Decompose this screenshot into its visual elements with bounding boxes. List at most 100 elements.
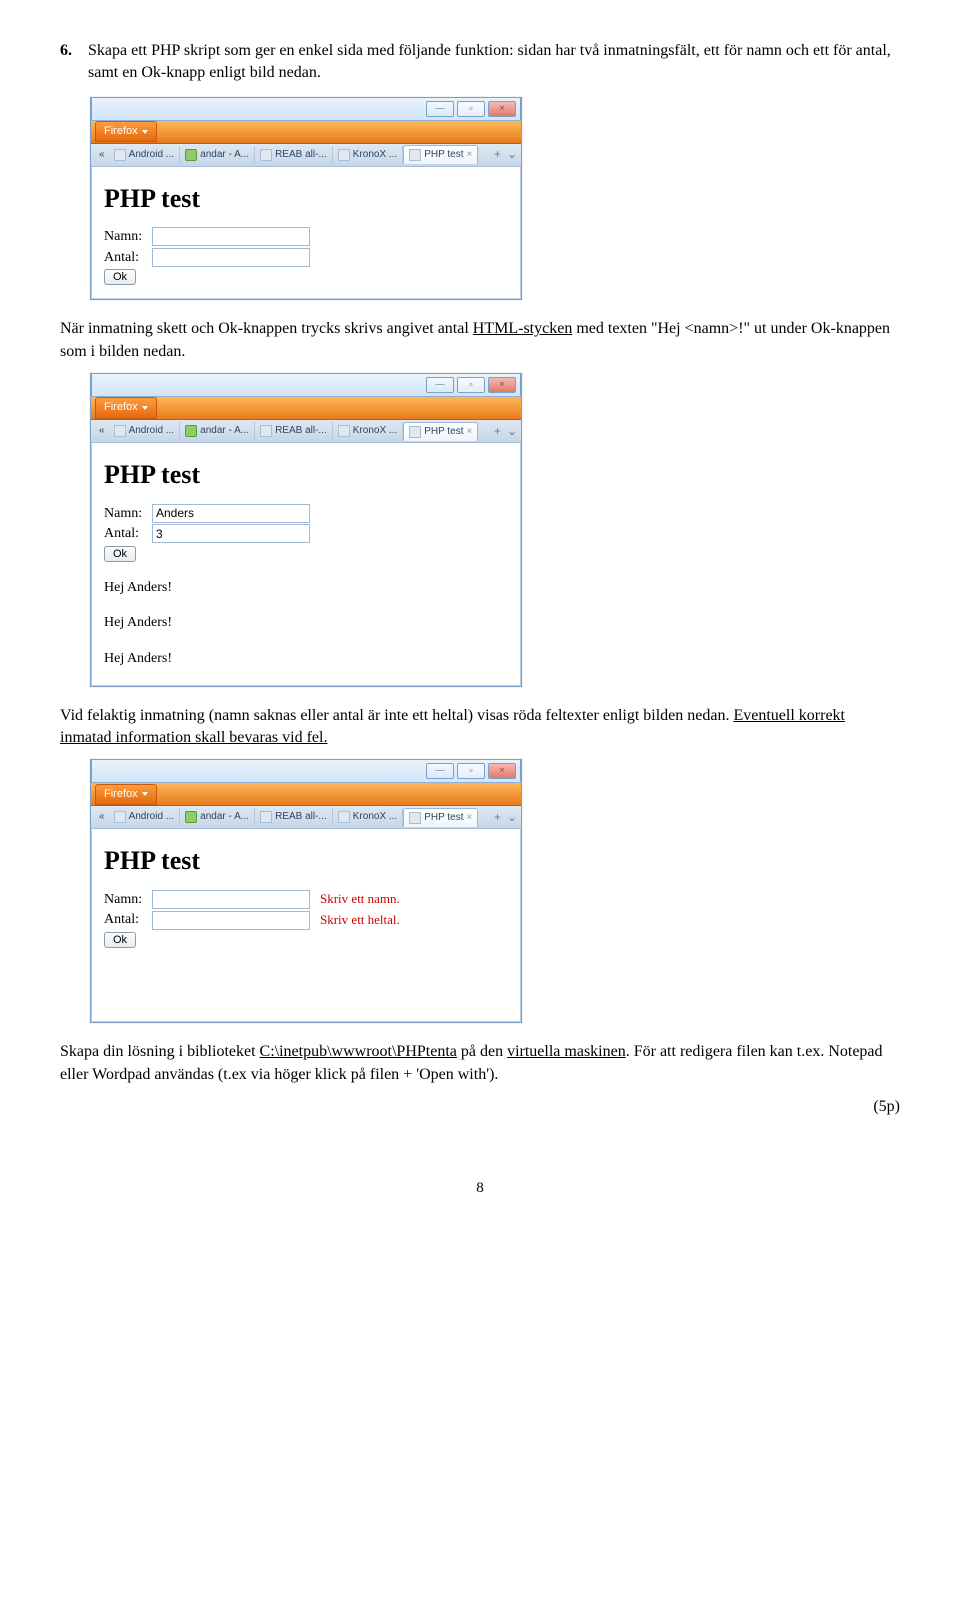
minimize-button[interactable]: —: [426, 377, 454, 393]
maximize-button[interactable]: ▫: [457, 101, 485, 117]
antal-input[interactable]: [152, 911, 310, 930]
maximize-button[interactable]: ▫: [457, 763, 485, 779]
tab-list-button[interactable]: ⌄: [507, 423, 517, 440]
window-titlebar: — ▫ ×: [91, 759, 521, 783]
tab-reab[interactable]: REAB all-...: [255, 146, 333, 164]
page-icon: [185, 149, 197, 161]
tab-android[interactable]: Android ...: [109, 422, 181, 440]
close-tab-icon[interactable]: ×: [467, 811, 473, 825]
ok-button[interactable]: Ok: [104, 269, 136, 285]
tab-bar: « Android ... andar - A... REAB all-... …: [91, 420, 521, 443]
antal-input[interactable]: [152, 248, 310, 267]
firefox-menu-button[interactable]: Firefox: [95, 397, 157, 418]
page-icon: [338, 149, 350, 161]
antal-label: Antal:: [104, 524, 152, 544]
namn-label: Namn:: [104, 890, 152, 910]
close-tab-icon[interactable]: ×: [467, 148, 473, 162]
tab-phptest[interactable]: PHP test ×: [403, 808, 478, 827]
tab-label: REAB all-...: [275, 148, 327, 162]
minimize-button[interactable]: —: [426, 763, 454, 779]
tab-label: REAB all-...: [275, 810, 327, 824]
tab-label: PHP test: [424, 425, 463, 439]
tab-list-button[interactable]: ⌄: [507, 146, 517, 163]
tab-phptest[interactable]: PHP test ×: [403, 145, 478, 164]
text-underline: HTML-stycken: [473, 320, 573, 337]
tab-label: PHP test: [424, 148, 463, 162]
tab-andar[interactable]: andar - A...: [180, 146, 255, 164]
tab-android[interactable]: Android ...: [109, 808, 181, 826]
firefox-menu-button[interactable]: Firefox: [95, 784, 157, 805]
new-tab-button[interactable]: +: [494, 809, 501, 826]
page-title: PHP test: [104, 457, 508, 493]
close-tab-icon[interactable]: ×: [467, 425, 473, 439]
firefox-label: Firefox: [104, 787, 138, 802]
paragraph-error: Vid felaktig inmatning (namn saknas elle…: [60, 705, 900, 750]
browser-window-3: — ▫ × Firefox « Android ... andar - A...…: [90, 759, 522, 1023]
tab-kronox[interactable]: KronoX ...: [333, 422, 403, 440]
tab-andar[interactable]: andar - A...: [180, 422, 255, 440]
browser-window-1: — ▫ × Firefox « Android ... andar - A...…: [90, 97, 522, 301]
page-icon: [114, 811, 126, 823]
ok-button[interactable]: Ok: [104, 932, 136, 948]
page-content: PHP test Namn: Antal: Ok Hej Anders! Hej…: [91, 443, 521, 685]
tab-label: KronoX ...: [353, 810, 397, 824]
window-titlebar: — ▫ ×: [91, 373, 521, 397]
score: (5p): [60, 1096, 900, 1118]
page-icon: [409, 426, 421, 438]
firefox-menu-bar: Firefox: [91, 783, 521, 806]
tab-list-button[interactable]: ⌄: [507, 809, 517, 826]
close-button[interactable]: ×: [488, 377, 516, 393]
page-icon: [260, 811, 272, 823]
window-titlebar: — ▫ ×: [91, 97, 521, 121]
firefox-menu-bar: Firefox: [91, 397, 521, 420]
namn-label: Namn:: [104, 227, 152, 247]
firefox-menu-button[interactable]: Firefox: [95, 121, 157, 142]
minimize-button[interactable]: —: [426, 101, 454, 117]
new-tab-button[interactable]: +: [494, 146, 501, 163]
browser-window-2: — ▫ × Firefox « Android ... andar - A...…: [90, 373, 522, 686]
tab-overflow-left[interactable]: «: [95, 810, 109, 824]
ok-button[interactable]: Ok: [104, 546, 136, 562]
paragraph-after-shot1: När inmatning skett och Ok-knappen tryck…: [60, 318, 900, 363]
tab-overflow-left[interactable]: «: [95, 424, 109, 438]
tab-phptest[interactable]: PHP test ×: [403, 422, 478, 441]
antal-input[interactable]: [152, 524, 310, 543]
namn-input[interactable]: [152, 890, 310, 909]
tab-reab[interactable]: REAB all-...: [255, 808, 333, 826]
tab-reab[interactable]: REAB all-...: [255, 422, 333, 440]
namn-input[interactable]: [152, 227, 310, 246]
page-content: PHP test Namn:Skriv ett namn. Antal:Skri…: [91, 829, 521, 1022]
tab-label: Android ...: [129, 810, 175, 824]
tab-label: andar - A...: [200, 148, 249, 162]
close-button[interactable]: ×: [488, 101, 516, 117]
tab-label: andar - A...: [200, 810, 249, 824]
tab-android[interactable]: Android ...: [109, 146, 181, 164]
tab-label: Android ...: [129, 424, 175, 438]
tab-label: PHP test: [424, 811, 463, 825]
namn-input[interactable]: [152, 504, 310, 523]
tab-kronox[interactable]: KronoX ...: [333, 146, 403, 164]
page-icon: [185, 811, 197, 823]
close-button[interactable]: ×: [488, 763, 516, 779]
page-number: 8: [60, 1178, 900, 1199]
page-icon: [114, 425, 126, 437]
page-icon: [185, 425, 197, 437]
tab-label: Android ...: [129, 148, 175, 162]
maximize-button[interactable]: ▫: [457, 377, 485, 393]
chevron-down-icon: [142, 792, 148, 796]
firefox-menu-bar: Firefox: [91, 121, 521, 144]
tab-label: REAB all-...: [275, 424, 327, 438]
tab-andar[interactable]: andar - A...: [180, 808, 255, 826]
text-segment: När inmatning skett och Ok-knappen tryck…: [60, 320, 473, 337]
text-segment: på den: [457, 1043, 507, 1060]
greeting-output: Hej Anders!: [104, 613, 508, 633]
tab-label: KronoX ...: [353, 424, 397, 438]
page-content: PHP test Namn: Antal: Ok: [91, 167, 521, 300]
tab-bar: « Android ... andar - A... REAB all-... …: [91, 806, 521, 829]
new-tab-button[interactable]: +: [494, 423, 501, 440]
question-number: 6.: [60, 40, 88, 85]
tab-label: andar - A...: [200, 424, 249, 438]
tab-overflow-left[interactable]: «: [95, 148, 109, 162]
tab-kronox[interactable]: KronoX ...: [333, 808, 403, 826]
page-title: PHP test: [104, 843, 508, 879]
